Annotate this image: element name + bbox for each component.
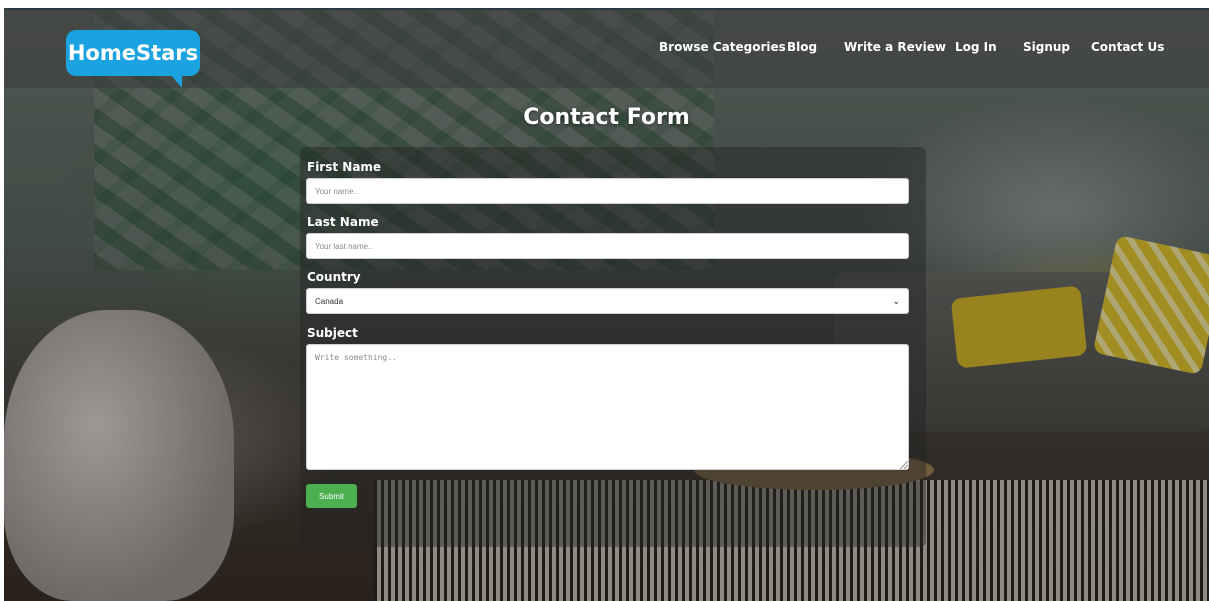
country-label: Country	[307, 270, 361, 284]
resize-grip-icon[interactable]	[900, 461, 908, 469]
nav-link-write-a-review[interactable]: Write a Review	[844, 40, 946, 54]
page-title: Contact Form	[523, 105, 690, 130]
nav-link-blog[interactable]: Blog	[787, 40, 817, 54]
nav-links: Browse Categories Blog Write a Review Lo…	[4, 40, 1209, 60]
chevron-down-icon: ⌄	[892, 295, 900, 306]
submit-button[interactable]: Submit	[306, 484, 357, 508]
nav-link-contact-us[interactable]: Contact Us	[1091, 40, 1164, 54]
first-name-input[interactable]	[306, 178, 909, 204]
last-name-input[interactable]	[306, 233, 909, 259]
subject-label: Subject	[307, 326, 358, 340]
last-name-label: Last Name	[307, 215, 379, 229]
page-background: HomeStars Browse Categories Blog Write a…	[4, 8, 1209, 601]
first-name-label: First Name	[307, 160, 382, 174]
country-selected-value: Canada	[315, 296, 344, 306]
country-select[interactable]: Canada ⌄	[306, 288, 909, 314]
nav-link-log-in[interactable]: Log In	[955, 40, 997, 54]
nav-link-signup[interactable]: Signup	[1023, 40, 1070, 54]
nav-link-browse-categories[interactable]: Browse Categories	[659, 40, 786, 54]
subject-textarea[interactable]	[306, 344, 909, 470]
top-navbar: HomeStars Browse Categories Blog Write a…	[4, 10, 1209, 88]
